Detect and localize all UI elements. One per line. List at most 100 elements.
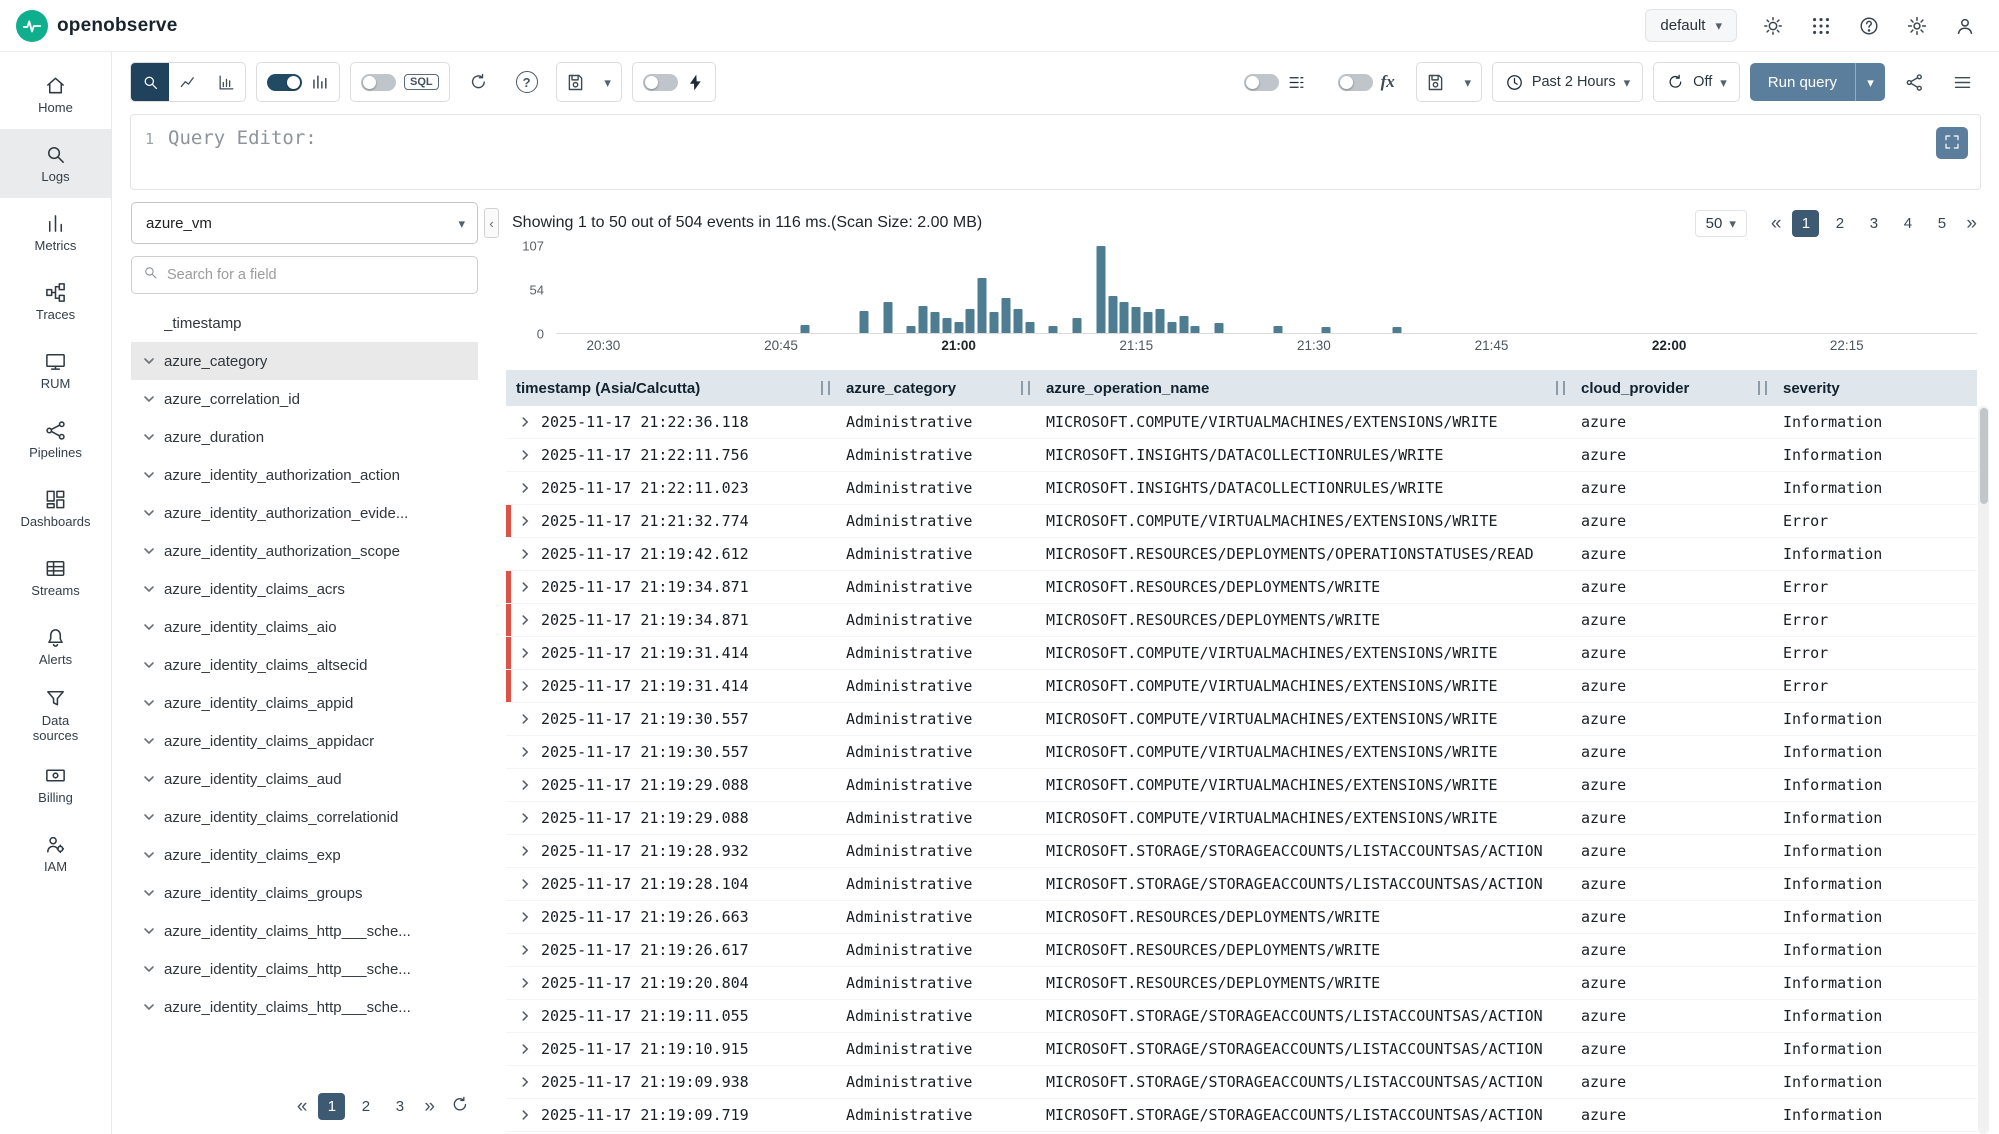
expand-row-icon[interactable] [518, 910, 532, 924]
fields-refresh-button[interactable] [446, 1092, 474, 1120]
saved-search-button[interactable] [557, 63, 595, 101]
histogram-bar[interactable] [1073, 318, 1082, 333]
page-button[interactable]: 2 [1826, 210, 1853, 237]
help-icon[interactable] [1857, 14, 1881, 38]
share-button[interactable] [1895, 63, 1933, 101]
histogram-bar[interactable] [1120, 302, 1129, 333]
expand-row-icon[interactable] [518, 448, 532, 462]
table-row[interactable]: 2025-11-17 21:19:34.871 Administrative M… [506, 604, 1977, 637]
auto-refresh-picker[interactable]: Off ▾ [1653, 62, 1740, 102]
expand-row-icon[interactable] [518, 712, 532, 726]
table-row[interactable]: 2025-11-17 21:19:11.055 Administrative M… [506, 1000, 1977, 1033]
column-resize-grip-icon[interactable] [1758, 381, 1767, 395]
field-search-input[interactable] [167, 267, 467, 283]
field-list-item[interactable]: azure_identity_claims_appid [131, 684, 478, 722]
histogram-bar[interactable] [919, 306, 928, 333]
table-row[interactable]: 2025-11-17 21:22:11.756 Administrative M… [506, 439, 1977, 472]
results-last-page-button[interactable]: » [1964, 214, 1979, 233]
histogram-bar[interactable] [1274, 326, 1283, 333]
histogram-bar[interactable] [1167, 322, 1176, 333]
field-list-item[interactable]: azure_identity_claims_aio [131, 608, 478, 646]
page-button[interactable]: 3 [1860, 210, 1887, 237]
function-toggle[interactable] [1338, 74, 1373, 91]
field-list-item[interactable]: azure_identity_claims_exp [131, 836, 478, 874]
histogram-bar[interactable] [1049, 326, 1058, 333]
column-header-timestamp[interactable]: timestamp (Asia/Calcutta) [506, 370, 836, 406]
field-list-item[interactable]: azure_identity_claims_http___sche... [131, 988, 478, 1026]
expand-row-icon[interactable] [518, 514, 532, 528]
reset-filters-button[interactable] [460, 63, 498, 101]
field-list-item[interactable]: azure_identity_claims_aud [131, 760, 478, 798]
page-button[interactable]: 2 [352, 1093, 379, 1120]
page-size-select[interactable]: 50 ▾ [1695, 210, 1747, 237]
histogram-bar[interactable] [954, 322, 963, 333]
table-scrollbar[interactable] [1978, 406, 1989, 1134]
sidebar-item-pipelines[interactable]: Pipelines [0, 405, 111, 474]
histogram-bar[interactable] [1025, 322, 1034, 333]
field-list-item[interactable]: azure_duration [131, 418, 478, 456]
table-row[interactable]: 2025-11-17 21:19:28.104 Administrative M… [506, 868, 1977, 901]
histogram-bar[interactable] [1392, 327, 1401, 334]
stream-select[interactable]: azure_vm ▾ [131, 202, 478, 244]
account-icon[interactable] [1953, 14, 1977, 38]
field-list-item[interactable]: azure_category [131, 342, 478, 380]
field-list-toggle[interactable] [1244, 74, 1279, 91]
field-list-item[interactable]: azure_identity_claims_groups [131, 874, 478, 912]
column-header-azure-operation-name[interactable]: azure_operation_name [1036, 370, 1571, 406]
histogram-bar[interactable] [1155, 309, 1164, 333]
fields-first-page-button[interactable]: « [295, 1097, 310, 1116]
expand-row-icon[interactable] [518, 1009, 532, 1023]
table-row[interactable]: 2025-11-17 21:19:29.088 Administrative M… [506, 769, 1977, 802]
page-button[interactable]: 3 [386, 1093, 413, 1120]
table-row[interactable]: 2025-11-17 21:19:30.557 Administrative M… [506, 736, 1977, 769]
sidebar-item-rum[interactable]: RUM [0, 336, 111, 405]
column-resize-grip-icon[interactable] [1556, 381, 1565, 395]
expand-row-icon[interactable] [518, 613, 532, 627]
histogram-toggle[interactable] [267, 74, 302, 91]
syntax-help-button[interactable]: ? [508, 63, 546, 101]
table-row[interactable]: 2025-11-17 21:19:29.088 Administrative M… [506, 802, 1977, 835]
expand-row-icon[interactable] [518, 877, 532, 891]
table-row[interactable]: 2025-11-17 21:19:30.557 Administrative M… [506, 703, 1977, 736]
sidebar-item-logs[interactable]: Logs [0, 129, 111, 198]
expand-row-icon[interactable] [518, 415, 532, 429]
expand-row-icon[interactable] [518, 1108, 532, 1122]
quick-mode-toggle[interactable] [643, 74, 678, 91]
expand-row-icon[interactable] [518, 778, 532, 792]
saved-search-dropdown[interactable]: ▾ [595, 63, 621, 101]
visualize-mode-button[interactable] [207, 63, 245, 101]
field-list-item[interactable]: azure_identity_claims_acrs [131, 570, 478, 608]
sidebar-item-home[interactable]: Home [0, 60, 111, 129]
fields-last-page-button[interactable]: » [422, 1097, 437, 1116]
more-menu-button[interactable] [1943, 63, 1981, 101]
histogram-bar[interactable] [1215, 323, 1224, 333]
histogram-bar[interactable] [1144, 312, 1153, 333]
results-first-page-button[interactable]: « [1769, 214, 1784, 233]
search-mode-button[interactable] [131, 63, 169, 101]
table-row[interactable]: 2025-11-17 21:19:42.612 Administrative M… [506, 538, 1977, 571]
sidebar-item-metrics[interactable]: Metrics [0, 198, 111, 267]
histogram-bar[interactable] [1013, 309, 1022, 333]
page-button[interactable]: 4 [1894, 210, 1921, 237]
table-row[interactable]: 2025-11-17 21:19:26.617 Administrative M… [506, 934, 1977, 967]
table-row[interactable]: 2025-11-17 21:19:28.932 Administrative M… [506, 835, 1977, 868]
column-resize-grip-icon[interactable] [821, 381, 830, 395]
table-row[interactable]: 2025-11-17 21:19:31.414 Administrative M… [506, 670, 1977, 703]
field-list-item[interactable]: azure_identity_claims_altsecid [131, 646, 478, 684]
table-row[interactable]: 2025-11-17 21:19:09.938 Administrative M… [506, 1066, 1977, 1099]
settings-gear-icon[interactable] [1905, 14, 1929, 38]
field-list-item[interactable]: azure_correlation_id [131, 380, 478, 418]
histogram-bar[interactable] [883, 302, 892, 333]
table-scrollbar-thumb[interactable] [1980, 408, 1988, 504]
page-button[interactable]: 5 [1928, 210, 1955, 237]
run-query-dropdown[interactable]: ▾ [1855, 63, 1885, 101]
field-list-item[interactable]: azure_identity_claims_http___sche... [131, 912, 478, 950]
table-row[interactable]: 2025-11-17 21:19:26.663 Administrative M… [506, 901, 1977, 934]
histogram-bar[interactable] [859, 311, 868, 333]
column-header-azure-category[interactable]: azure_category [836, 370, 1036, 406]
apps-grid-icon[interactable] [1809, 14, 1833, 38]
histogram-bar[interactable] [930, 312, 939, 333]
histogram-bar[interactable] [966, 309, 975, 333]
expand-row-icon[interactable] [518, 976, 532, 990]
histogram-bar[interactable] [1001, 298, 1010, 333]
